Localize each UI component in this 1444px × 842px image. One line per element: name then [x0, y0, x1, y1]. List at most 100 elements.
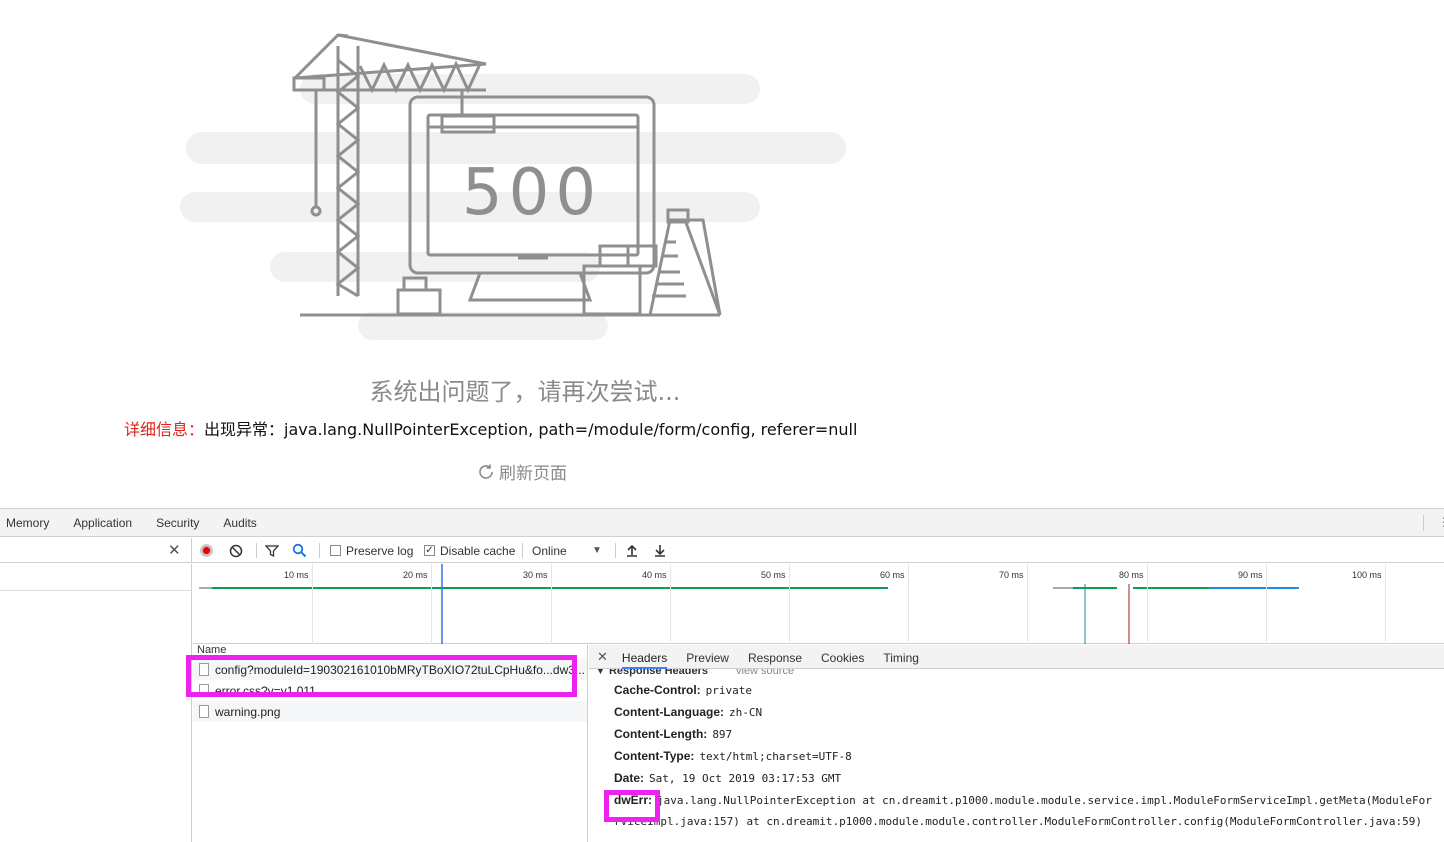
tab-response[interactable]: Response	[748, 645, 802, 669]
devtools-panel: Memory Application Security Audits ⋮ ✕ P…	[0, 508, 1444, 842]
refresh-page-label: 刷新页面	[499, 464, 567, 484]
header-value: 897	[712, 727, 733, 741]
header-value: private	[705, 683, 753, 697]
timeline-gridline	[789, 564, 790, 644]
view-source-link[interactable]: view source	[736, 669, 794, 677]
tab-memory[interactable]: Memory	[6, 516, 49, 530]
request-row[interactable]: warning.png	[193, 701, 587, 722]
timeline-tick-label: 10 ms	[284, 570, 309, 580]
download-icon	[655, 545, 665, 557]
timeline-tick-label: 40 ms	[642, 570, 667, 580]
close-icon[interactable]: ✕	[597, 649, 608, 665]
header-value: text/html;charset=UTF-8	[699, 749, 852, 763]
tab-preview[interactable]: Preview	[686, 645, 729, 669]
tab-audits[interactable]: Audits	[223, 516, 256, 530]
timeline-gridline	[670, 564, 671, 644]
clear-button[interactable]	[229, 538, 243, 563]
request-list: Name config?moduleId=190302161010bMRyTBo…	[193, 645, 588, 842]
clear-icon	[229, 544, 243, 557]
search-button[interactable]	[292, 538, 307, 563]
timeline-tick-label: 80 ms	[1119, 570, 1144, 580]
header-row: Content-Length: 897	[589, 723, 1444, 745]
toolbar-divider	[522, 543, 523, 558]
record-button[interactable]	[200, 538, 216, 563]
header-row: Cache-Control: private	[589, 679, 1444, 701]
request-name: error.css?v=v1.011	[215, 683, 316, 698]
tab-application[interactable]: Application	[73, 516, 132, 530]
header-value-continuation: rviceImpl.java:157) at cn.dreamit.p1000.…	[614, 814, 1422, 828]
header-key: Content-Type:	[614, 749, 695, 763]
request-detail-pane: ✕ Headers Preview Response Cookies Timin…	[589, 645, 1444, 842]
refresh-icon	[479, 464, 493, 479]
header-key: Content-Language:	[614, 705, 724, 719]
sidebar-divider	[0, 590, 192, 591]
section-title: Response Headers	[608, 669, 708, 677]
close-icon[interactable]: ✕	[168, 541, 181, 559]
preserve-log-checkbox[interactable]: Preserve log	[330, 538, 413, 563]
tab-cookies[interactable]: Cookies	[821, 645, 864, 669]
tab-timing[interactable]: Timing	[883, 645, 919, 669]
timeline-gridline	[1147, 564, 1148, 644]
timeline-gridline	[908, 564, 909, 644]
record-icon	[200, 544, 213, 557]
timeline-overview[interactable]: 10 ms 20 ms 30 ms 40 ms 50 ms 60 ms 70 ms 80 ms…	[193, 564, 1444, 644]
document-icon	[199, 684, 209, 697]
throttling-select[interactable]: Online	[532, 538, 567, 563]
timeline-tick-label: 30 ms	[523, 570, 548, 580]
header-key: Date:	[614, 771, 645, 785]
name-column-header[interactable]: Name	[193, 645, 587, 659]
header-row: Content-Type: text/html;charset=UTF-8	[589, 745, 1444, 767]
error-detail-label: 详细信息：	[124, 420, 205, 439]
header-key: dwErr:	[614, 793, 653, 807]
timeline-tick-label: 60 ms	[880, 570, 905, 580]
error-code: 500	[462, 156, 602, 230]
error-500-illustration: 500	[180, 33, 846, 340]
header-row: dwErr: java.lang.NullPointerException at …	[589, 789, 1444, 811]
header-value: Sat, 19 Oct 2019 03:17:53 GMT	[649, 771, 842, 785]
tab-security[interactable]: Security	[156, 516, 199, 530]
header-row: Content-Language: zh-CN	[589, 701, 1444, 723]
export-har-button[interactable]	[654, 538, 666, 563]
timeline-gridline	[1027, 564, 1028, 644]
error-detail-message: 出现异常：java.lang.NullPointerException, pat…	[204, 420, 858, 439]
toolbar-divider	[256, 543, 257, 558]
disable-cache-checkbox[interactable]: ✓ Disable cache	[424, 538, 515, 563]
error-title: 系统出问题了，请再次尝试...	[369, 378, 681, 406]
header-value: java.lang.NullPointerException at cn.dre…	[657, 793, 1432, 807]
request-name: config?moduleId=190302161010bMRyTBoXIO72…	[215, 662, 585, 677]
tab-headers[interactable]: Headers	[621, 645, 668, 669]
header-key: Content-Length:	[614, 727, 708, 741]
filter-button[interactable]	[265, 538, 279, 563]
disable-cache-box[interactable]: ✓	[424, 545, 435, 556]
toolbar-divider	[319, 543, 320, 558]
request-row[interactable]: error.css?v=v1.011	[193, 680, 587, 701]
chevron-down-icon[interactable]: ▼	[592, 538, 602, 563]
timeline-tick-label: 50 ms	[761, 570, 786, 580]
filter-area: ✕	[0, 538, 192, 563]
refresh-page-link[interactable]: 刷新页面	[477, 459, 567, 484]
timeline-gridline	[1266, 564, 1267, 644]
header-key: Cache-Control:	[614, 683, 701, 697]
network-toolbar: ✕ Preserve log ✓ Disable cache Online ▼	[0, 538, 1444, 563]
filter-sidebar	[0, 564, 192, 842]
timeline-gridline	[1385, 564, 1386, 644]
detail-tab-bar: ✕ Headers Preview Response Cookies Timin…	[589, 645, 1444, 669]
document-icon	[199, 705, 209, 718]
timeline-gridline	[551, 564, 552, 644]
response-headers-section[interactable]: ▼ Response Headers view source	[589, 669, 1444, 679]
request-row[interactable]: config?moduleId=190302161010bMRyTBoXIO72…	[193, 659, 587, 680]
import-har-button[interactable]	[626, 538, 638, 563]
more-options-icon[interactable]: ⋮	[1438, 515, 1444, 529]
tab-bar-divider	[1423, 515, 1424, 531]
disable-cache-label: Disable cache	[440, 543, 516, 558]
header-row: Date: Sat, 19 Oct 2019 03:17:53 GMT	[589, 767, 1444, 789]
filter-icon	[265, 544, 279, 557]
search-icon	[292, 543, 307, 558]
error-detail: 详细信息：出现异常：java.lang.NullPointerException…	[124, 416, 857, 440]
timeline-tick-label: 100 ms	[1352, 570, 1382, 580]
throttling-value: Online	[532, 543, 567, 558]
timeline-tick-label: 70 ms	[999, 570, 1024, 580]
timeline-tick-label: 20 ms	[403, 570, 428, 580]
preserve-log-box[interactable]	[330, 545, 341, 556]
request-name: warning.png	[215, 704, 281, 719]
